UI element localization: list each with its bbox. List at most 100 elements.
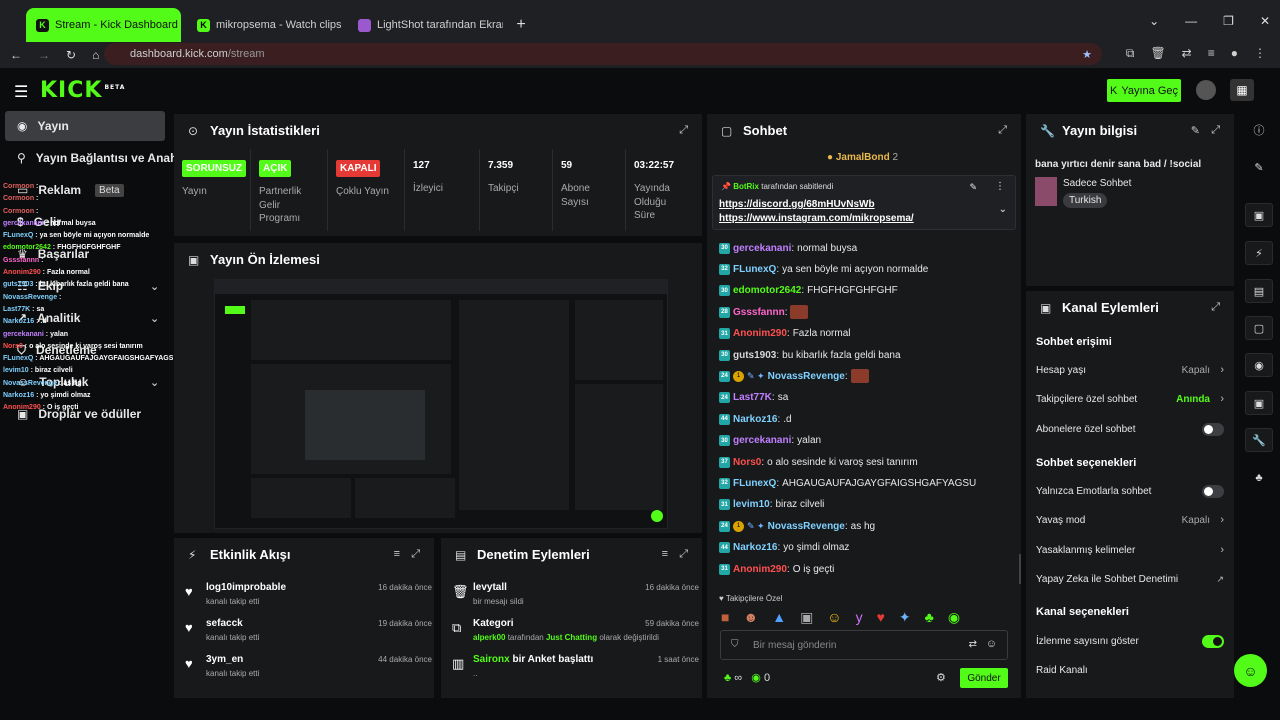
chat-username[interactable]: Anonim290 bbox=[733, 328, 787, 339]
category-thumbnail[interactable] bbox=[1035, 177, 1057, 206]
bolt-icon[interactable]: ⚡ bbox=[1245, 241, 1273, 265]
chevron-down-icon[interactable]: ⌄ bbox=[1149, 14, 1159, 28]
mod-user[interactable]: alperk00 bbox=[473, 633, 505, 642]
forward-icon[interactable]: → bbox=[38, 48, 50, 62]
url-input[interactable]: dashboard.kick.com/stream ★ bbox=[104, 43, 1102, 65]
stats-panel-icon[interactable]: ▣ bbox=[1245, 203, 1273, 227]
expand-icon[interactable]: ⤢ bbox=[679, 548, 688, 561]
profile-icon[interactable]: ● bbox=[1231, 46, 1238, 61]
chat-username[interactable]: NovassRevenge bbox=[768, 521, 845, 532]
chat-scrollbar[interactable] bbox=[1019, 554, 1021, 584]
wrench-icon[interactable]: 🔧 bbox=[1245, 428, 1273, 452]
edit-icon[interactable]: ✎ bbox=[1191, 124, 1200, 137]
pinned-link-instagram[interactable]: https://www.instagram.com/mikropsema/ bbox=[719, 213, 914, 224]
save-icon[interactable]: ▣ bbox=[1245, 391, 1273, 415]
trash-icon[interactable]: 🗑 bbox=[1150, 46, 1165, 61]
category-name[interactable]: Sadece Sohbet bbox=[1063, 178, 1131, 189]
help-chat-icon[interactable]: ☺ bbox=[1234, 654, 1267, 687]
browser-tab-dashboard[interactable]: K Stream - Kick Dashboard ✕ bbox=[26, 8, 181, 42]
chat-username[interactable]: levim10 bbox=[733, 499, 770, 510]
emote-only-toggle[interactable] bbox=[1202, 484, 1224, 498]
chat-username[interactable]: edomotor2642 bbox=[733, 285, 801, 296]
emote-9[interactable]: ♣ bbox=[925, 609, 934, 626]
expand-icon[interactable]: ⤢ bbox=[1211, 301, 1220, 314]
emote-5[interactable]: ☺ bbox=[827, 609, 841, 626]
emote-6[interactable]: y bbox=[856, 609, 863, 626]
chat-username[interactable]: Anonim290 bbox=[733, 564, 787, 575]
activity-user[interactable]: 3ym_en bbox=[206, 654, 243, 665]
mod-category[interactable]: Just Chatting bbox=[546, 633, 597, 642]
chat-username[interactable]: gercekanani bbox=[733, 435, 791, 446]
users-icon[interactable]: ♣ bbox=[1245, 466, 1273, 490]
setting-followers-only[interactable]: Takipçilere özel sohbet Anında › bbox=[1036, 389, 1224, 409]
chat-username[interactable]: FLunexQ bbox=[733, 264, 776, 275]
activity-user[interactable]: sefacck bbox=[206, 618, 243, 629]
translate-icon[interactable]: ⇄ bbox=[1182, 46, 1192, 61]
setting-account-age[interactable]: Hesap yaşı Kapalı › bbox=[1036, 360, 1224, 380]
sidebar-item-stream-key[interactable]: ⚲ Yayın Bağlantısı ve Anahtarı bbox=[5, 143, 175, 173]
chat-username[interactable]: Narkoz16 bbox=[733, 414, 777, 425]
activity-user[interactable]: log10improbable bbox=[206, 582, 286, 593]
chat-username[interactable]: FLunexQ bbox=[733, 478, 776, 489]
playlist-icon[interactable]: ≡ bbox=[1208, 46, 1215, 61]
chat-icon[interactable]: ▢ bbox=[1245, 316, 1273, 340]
emote-4[interactable]: ▣ bbox=[800, 609, 813, 626]
chat-username[interactable]: NovassRevenge bbox=[768, 371, 845, 382]
gear-icon[interactable]: ⚙ bbox=[936, 671, 946, 684]
chat-username[interactable]: Gsssfannn bbox=[733, 307, 785, 318]
home-icon[interactable]: ⌂ bbox=[92, 48, 99, 62]
new-tab-button[interactable]: + bbox=[509, 13, 533, 37]
extension-icon[interactable]: ⧉ bbox=[1126, 46, 1135, 61]
avatar[interactable] bbox=[1196, 80, 1216, 100]
back-icon[interactable]: ← bbox=[10, 48, 22, 62]
emote-8[interactable]: ✦ bbox=[899, 609, 911, 626]
bookmark-star-icon[interactable]: ★ bbox=[1082, 48, 1092, 61]
setting-banned-words[interactable]: Yasaklanmış kelimeler › bbox=[1036, 540, 1224, 560]
dashboard-switch-icon[interactable]: ▦ bbox=[1230, 79, 1254, 101]
unpin-icon[interactable]: ✎ bbox=[969, 182, 977, 193]
setting-slow-mode[interactable]: Yavaş mod Kapalı › bbox=[1036, 510, 1224, 530]
emote-3[interactable]: ▲ bbox=[772, 609, 786, 626]
expand-icon[interactable]: ⤢ bbox=[1211, 124, 1220, 137]
chat-username[interactable]: guts1903 bbox=[733, 350, 776, 361]
setting-raid-channel[interactable]: Raid Kanalı bbox=[1036, 660, 1224, 680]
setting-ai-moderation[interactable]: Yapay Zeka ile Sohbet Denetimi ↗ bbox=[1036, 569, 1224, 589]
expand-icon[interactable]: ⤢ bbox=[998, 124, 1007, 137]
minimize-icon[interactable]: — bbox=[1185, 14, 1197, 28]
browser-tab-clips[interactable]: K mikropsema - Watch clips on K ✕ bbox=[187, 8, 342, 42]
sidebar-item-stream[interactable]: ◉ Yayın bbox=[5, 111, 165, 141]
stream-preview-video[interactable] bbox=[214, 279, 668, 529]
edit-icon[interactable]: ✎ bbox=[1245, 155, 1273, 179]
more-menu-icon[interactable]: ⋮ bbox=[1254, 46, 1266, 61]
chat-username[interactable]: gercekanani bbox=[733, 243, 791, 254]
top-gifter[interactable]: ● JamalBond 2 bbox=[827, 152, 898, 163]
chat-username[interactable]: Last77K bbox=[733, 392, 772, 403]
expand-icon[interactable]: ⤢ bbox=[411, 548, 420, 561]
more-menu-icon[interactable]: ⋮ bbox=[995, 181, 1005, 192]
expand-icon[interactable]: ⤢ bbox=[679, 124, 688, 137]
browser-tab-lightshot[interactable]: LightShot tarafından Ekran Gör ✕ bbox=[348, 8, 503, 42]
emoji-icon[interactable]: ☺ bbox=[986, 638, 997, 650]
translate-icon[interactable]: ⇄ bbox=[969, 639, 977, 650]
pinned-by[interactable]: BotRix bbox=[733, 182, 759, 191]
emote-1[interactable]: ■ bbox=[721, 609, 729, 626]
send-button[interactable]: Gönder bbox=[960, 668, 1008, 688]
subs-only-toggle[interactable] bbox=[1202, 422, 1224, 436]
info-icon[interactable]: ⓘ bbox=[1245, 118, 1273, 142]
list-icon[interactable]: ▤ bbox=[1245, 279, 1273, 303]
filter-icon[interactable]: ≡ bbox=[662, 548, 668, 560]
pinned-link-discord[interactable]: https://discord.gg/68mHUvNsWb bbox=[719, 199, 875, 210]
emote-7-heart-icon[interactable]: ♥ bbox=[877, 609, 885, 626]
chat-username[interactable]: Nors0 bbox=[733, 457, 761, 468]
kick-logo[interactable]: KICK BETA bbox=[40, 78, 125, 103]
emote-2[interactable]: ☻ bbox=[743, 609, 758, 626]
chat-username[interactable]: Narkoz16 bbox=[733, 542, 777, 553]
go-live-button[interactable]: K Yayına Geç bbox=[1107, 79, 1181, 102]
filter-icon[interactable]: ≡ bbox=[394, 548, 400, 560]
mod-user[interactable]: Saironx bbox=[473, 654, 510, 665]
preview-icon[interactable]: ◉ bbox=[1245, 353, 1273, 377]
chevron-down-icon[interactable]: ⌄ bbox=[999, 204, 1007, 215]
reload-icon[interactable]: ↻ bbox=[66, 48, 76, 62]
close-icon[interactable]: ✕ bbox=[1260, 14, 1270, 28]
show-viewers-toggle[interactable] bbox=[1202, 634, 1224, 648]
